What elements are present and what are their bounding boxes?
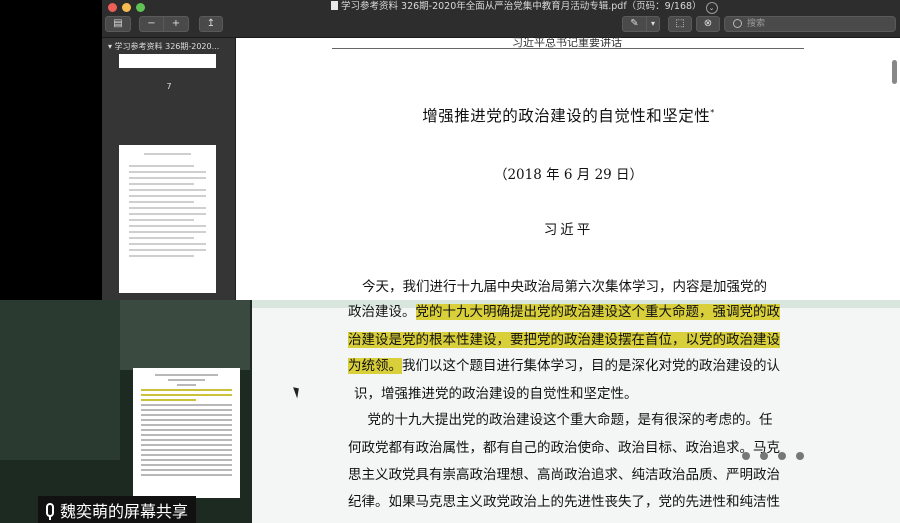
- search-icon: [733, 19, 742, 28]
- paragraph-line: 今天，我们进行十九届中央政治局第六次集体学习，内容是加强党的: [362, 279, 767, 295]
- shared-document-view: 政治建设。党的十九大明确提出党的政治建设这个重大命题，强调党的政 治建设是党的根本…: [252, 300, 900, 523]
- title-bar: 学习参考资料 326期-2020年全面从严治党集中教育月活动专辑.pdf（页码：…: [102, 0, 900, 38]
- sidebar-document-title[interactable]: ▾ 学习参考资料 326期-2020...: [108, 41, 219, 52]
- document-text-line: 为统领。我们以这个题目进行集体学习，目的是深化对党的政治建设的认: [348, 358, 780, 374]
- document-page: 习近平总书记重要讲话 增强推进党的政治建设的自觉性和坚定性* （2018 年 6…: [237, 36, 900, 300]
- document-text-line: 思主义政党具有崇高政治理想、高尚政治追求、纯洁政治品质、严明政治: [348, 467, 780, 483]
- annotate-button[interactable]: ⊗: [696, 16, 720, 32]
- pdf-viewer-window: 学习参考资料 326期-2020年全面从严治党集中教育月活动专辑.pdf（页码：…: [102, 0, 900, 300]
- document-text-line: 识，增强推进党的政治建设的自觉性和坚定性。: [354, 386, 638, 402]
- minimize-window-button[interactable]: [122, 3, 131, 12]
- zoom-in-button[interactable]: +: [164, 17, 188, 31]
- highlighted-text: 党的十九大明确提出党的政治建设这个重大命题，强调党的政: [415, 304, 780, 320]
- document-icon: [331, 1, 338, 10]
- microphone-icon[interactable]: [46, 502, 54, 520]
- search-placeholder: 搜索: [747, 19, 766, 29]
- sidebar-icon: ▤: [113, 18, 123, 29]
- thumbnail-sidebar: ▾ 学习参考资料 326期-2020... 7: [102, 38, 236, 300]
- page-thumbnail-current[interactable]: [119, 145, 216, 293]
- shared-screen-thumbnail[interactable]: [133, 368, 240, 498]
- document-title-text: 增强推进党的政治建设的自觉性和坚定性: [422, 107, 711, 125]
- search-field[interactable]: 搜索: [724, 16, 896, 32]
- loading-dots-icon: [742, 452, 804, 460]
- vertical-scrollbar[interactable]: [892, 60, 897, 84]
- markup-controls: ✎ ▾: [622, 16, 660, 32]
- document-author: 习近平: [543, 222, 594, 238]
- document-title: 增强推进党的政治建设的自觉性和坚定性*: [237, 104, 900, 126]
- screen-share-view: 政治建设。党的十九大明确提出党的政治建设这个重大命题，强调党的政 治建设是党的根本…: [0, 300, 900, 523]
- title-menu-chevron-icon[interactable]: ⌄: [705, 2, 718, 14]
- document-date: （2018 年 6 月 29 日）: [493, 167, 644, 183]
- document-text-line: 政治建设。党的十九大明确提出党的政治建设这个重大命题，强调党的政: [348, 304, 780, 320]
- share-button[interactable]: ↥: [199, 16, 223, 32]
- zoom-controls: − +: [139, 16, 189, 32]
- screen-share-indicator: 魏奕萌的屏幕共享: [38, 496, 197, 523]
- screen-share-label: 魏奕萌的屏幕共享: [60, 501, 189, 521]
- markup-pen-icon[interactable]: ✎: [623, 17, 647, 31]
- footnote-mark: *: [710, 107, 715, 117]
- thumbnail-page-number: 7: [166, 82, 172, 91]
- maximize-window-button[interactable]: [136, 3, 145, 12]
- video-tile-background: [0, 300, 120, 460]
- document-text-line: 何政党都有政治属性，都有自己的政治使命、政治目标、政治追求。马克: [348, 440, 780, 456]
- document-text-line: 党的十九大提出党的政治建设这个重大命题，是有很深的考虑的。任: [354, 412, 773, 428]
- close-window-button[interactable]: [108, 3, 117, 12]
- page-thumbnail-previous[interactable]: [119, 54, 216, 68]
- rotate-button[interactable]: ⬚: [668, 16, 692, 32]
- highlighted-text: 为统领。: [348, 358, 402, 374]
- header-rule: [332, 48, 804, 49]
- zoom-out-button[interactable]: −: [140, 17, 164, 31]
- video-tile-background: [120, 300, 250, 370]
- document-text-line: 纪律。如果马克思主义政党政治上的先进性丧失了，党的先进性和纯洁性: [348, 494, 780, 510]
- markup-dropdown-icon[interactable]: ▾: [647, 17, 659, 31]
- window-title: 学习参考资料 326期-2020年全面从严治党集中教育月活动专辑.pdf（页码：…: [331, 0, 718, 14]
- highlighted-text: 治建设是党的根本性建设，要把党的政治建设摆在首位，以党的政治建设: [348, 332, 780, 348]
- sidebar-toggle-button[interactable]: ▤: [105, 16, 131, 32]
- document-text-line: 治建设是党的根本性建设，要把党的政治建设摆在首位，以党的政治建设: [348, 328, 780, 348]
- window-title-text: 学习参考资料 326期-2020年全面从严治党集中教育月活动专辑.pdf（页码：…: [341, 1, 702, 12]
